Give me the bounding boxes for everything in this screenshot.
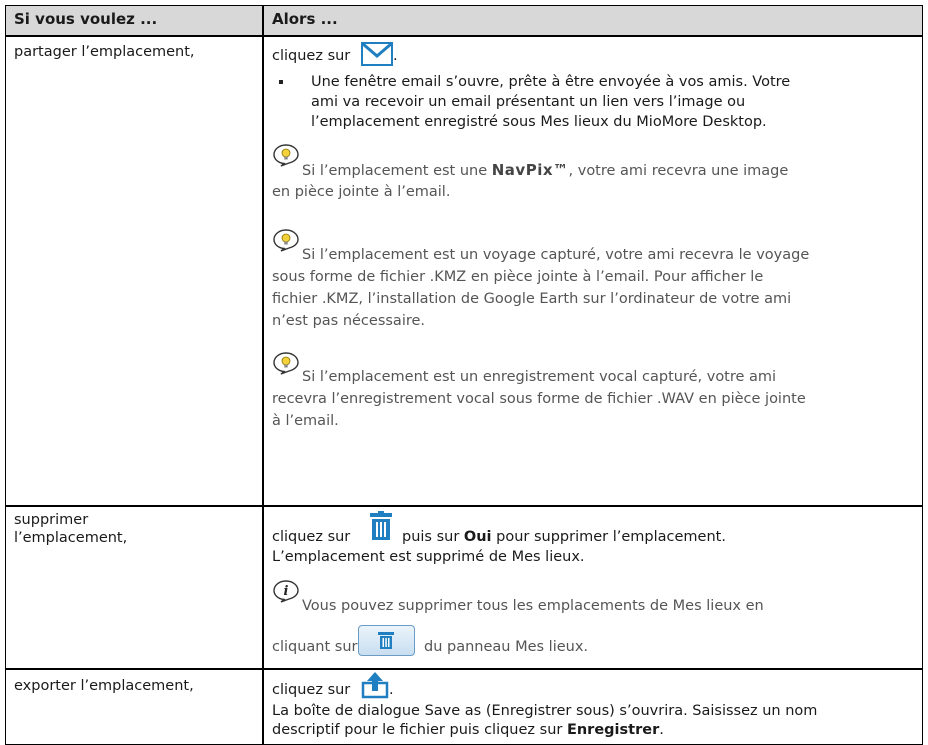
row-divider xyxy=(5,668,923,670)
row3-line2: La boîte de dialogue Save as (Enregistre… xyxy=(272,703,818,719)
row1-tip1-line2: en pièce jointe à l’email. xyxy=(272,184,451,200)
trash-icon xyxy=(370,511,392,540)
row2-info-suffix: du panneau Mes lieux. xyxy=(424,639,589,655)
bullet xyxy=(279,80,283,84)
row3-click-suffix: . xyxy=(389,682,394,698)
row1-click-suffix: . xyxy=(393,48,398,64)
row2-line2: L’emplacement est supprimé de Mes lieux. xyxy=(272,549,585,565)
export-icon xyxy=(361,672,389,699)
row2-info-prefix: cliquant sur xyxy=(272,639,358,655)
row3-line3: descriptif pour le fichier puis cliquez … xyxy=(272,722,664,738)
row1-action: partager l’emplacement, xyxy=(14,44,195,60)
row1-tip2-line: fichier .KMZ, l’installation de Google E… xyxy=(272,291,792,307)
row1-tip3-line: recevra l’enregistrement vocal sous form… xyxy=(272,391,806,407)
row1-tip2-line: n’est pas nécessaire. xyxy=(272,313,426,329)
row2-info-line1: Vous pouvez supprimer tous les emplaceme… xyxy=(302,598,764,614)
lightbulb-tip-icon xyxy=(273,144,299,167)
column-divider xyxy=(262,5,264,745)
row2-click-prefix: cliquez sur xyxy=(272,529,351,545)
lightbulb-tip-icon xyxy=(273,229,299,252)
delete-all-button xyxy=(358,625,415,656)
row1-tip2-line: sous forme de fichier .KMZ en pièce join… xyxy=(272,269,764,285)
lightbulb-tip-icon xyxy=(273,352,299,375)
row1-bullet-line: ami va recevoir un email présentant un l… xyxy=(311,94,746,110)
row-divider xyxy=(5,505,923,507)
info-icon: i xyxy=(273,580,299,603)
row2-action-line1: supprimer xyxy=(14,512,89,528)
row3-action: exporter l’emplacement, xyxy=(14,678,194,694)
row1-tip2-line: Si l’emplacement est un voyage capturé, … xyxy=(302,247,810,263)
header-col2: Alors ... xyxy=(272,10,338,28)
row-divider xyxy=(5,35,923,37)
envelope-icon xyxy=(361,42,393,66)
trash-icon xyxy=(378,632,394,649)
row1-tip3-line: à l’email. xyxy=(272,413,339,429)
header-col1: Si vous voulez ... xyxy=(14,10,158,28)
row1-tip3-line: Si l’emplacement est un enregistrement v… xyxy=(302,369,777,385)
instruction-table: Si vous voulez ... Alors ... partager l’… xyxy=(0,0,928,745)
row2-click-line: puis sur Oui pour supprimer l’emplacemen… xyxy=(402,529,726,545)
row3-click-prefix: cliquez sur xyxy=(272,682,351,698)
svg-text:i: i xyxy=(284,584,289,599)
row1-bullet-line: Une fenêtre email s’ouvre, prête à être … xyxy=(311,74,791,90)
row1-bullet-line: l’emplacement enregistré sous Mes lieux … xyxy=(311,114,767,130)
row1-click-prefix: cliquez sur xyxy=(272,48,351,64)
row2-action-line2: l’emplacement, xyxy=(14,530,128,546)
row1-tip1-line1: Si l’emplacement est une NavPix™, votre … xyxy=(302,161,789,179)
